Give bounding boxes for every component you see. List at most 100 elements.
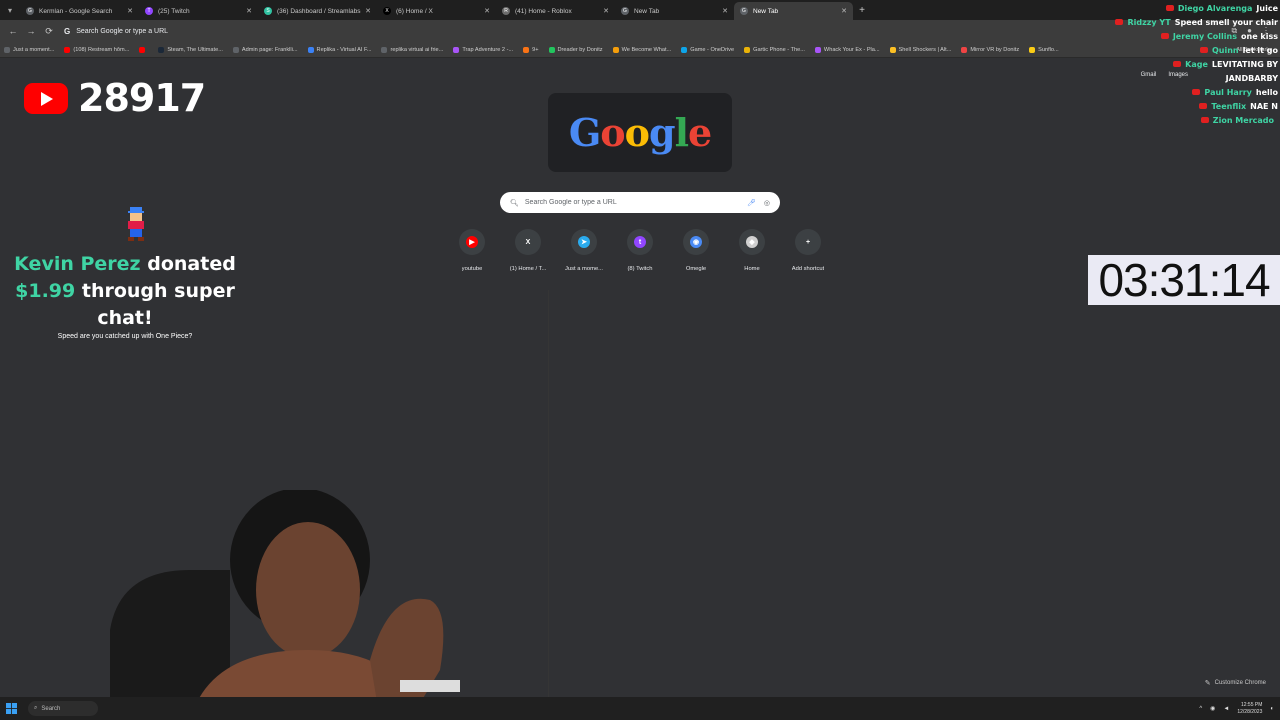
shortcut-icon: X: [522, 236, 534, 248]
forward-button[interactable]: →: [22, 26, 40, 36]
bookmark-favicon-icon: [381, 46, 388, 53]
bookmark-item[interactable]: [139, 46, 148, 53]
bookmark-label: Gartic Phone - The...: [753, 46, 805, 53]
shortcut-icon: ➤: [578, 236, 590, 248]
bookmark-item[interactable]: Shell Shockers | Alt...: [889, 46, 951, 53]
doodle-letter: o: [600, 110, 625, 155]
bookmark-label: Admin page: Franklli...: [241, 46, 298, 53]
chat-message: Paul Harry hello: [1080, 85, 1280, 99]
shortcut-tile[interactable]: ◆ Home: [724, 229, 780, 272]
tab-favicon-icon: G: [621, 7, 629, 15]
doodle-letter: G: [568, 110, 601, 155]
doodle-letter: g: [648, 110, 676, 155]
bookmark-item[interactable]: Mirror VR by Donitz: [961, 46, 1020, 53]
chat-username: Paul Harry: [1204, 87, 1252, 97]
bookmark-favicon-icon: [139, 46, 146, 53]
chevron-up-icon[interactable]: ^: [1199, 706, 1202, 712]
new-tab-button[interactable]: +: [853, 5, 871, 16]
chat-text: Juice: [1256, 3, 1278, 13]
youtube-badge-icon: [1199, 103, 1208, 109]
shortcut-tile[interactable]: ▶ youtube: [444, 229, 500, 272]
tab-title: (6) Home / X: [396, 7, 433, 15]
shortcut-label: youtube: [461, 266, 483, 272]
bookmark-item[interactable]: Dreader by Donitz: [548, 46, 603, 53]
ntp-search-box[interactable]: 🔍︎ 🎤︎ ◎: [500, 192, 780, 213]
browser-tab[interactable]: S (36) Dashboard / Streamlabs ✕: [258, 2, 377, 20]
bookmark-item[interactable]: 9+: [523, 46, 539, 53]
close-icon[interactable]: ✕: [127, 7, 133, 15]
browser-tab[interactable]: G Kermlan - Google Search ✕: [20, 2, 139, 20]
browser-tab[interactable]: R (41) Home - Roblox ✕: [496, 2, 615, 20]
close-icon[interactable]: ✕: [365, 7, 371, 15]
customize-chrome-button[interactable]: ✎ Customize Chrome: [1199, 676, 1272, 690]
chat-username: Diego Alvarenga: [1177, 3, 1253, 13]
close-icon[interactable]: ✕: [484, 7, 490, 15]
bookmark-label: Game - OneDrive: [690, 46, 735, 53]
bookmark-item[interactable]: We Become What...: [612, 46, 671, 53]
bookmark-item[interactable]: Sunflo...: [1029, 46, 1059, 53]
bookmark-item[interactable]: Gartic Phone - The...: [744, 46, 805, 53]
clock[interactable]: 12:55 PM 12/28/2023: [1237, 702, 1262, 716]
shortcut-icon: t: [634, 236, 646, 248]
bookmark-item[interactable]: Game - OneDrive: [681, 46, 735, 53]
google-doodle[interactable]: Google: [548, 93, 732, 172]
bookmark-item[interactable]: Just a moment...: [4, 46, 54, 53]
lens-icon[interactable]: ◎: [764, 199, 770, 207]
shortcut-icon: ◉: [690, 236, 702, 248]
network-icon[interactable]: ◉: [1210, 705, 1215, 712]
doodle-letter: l: [674, 110, 689, 155]
search-icon: ⌕: [34, 705, 38, 711]
bookmark-item[interactable]: replika virtual ai frie...: [381, 46, 443, 53]
chat-username: Jeremy Collins: [1172, 31, 1237, 41]
donation-alert: Kevin Perez donated $1.99 through super …: [10, 251, 240, 332]
close-icon[interactable]: ✕: [246, 7, 252, 15]
bookmark-item[interactable]: Replika - Virtual AI F...: [307, 46, 372, 53]
back-button[interactable]: ←: [4, 26, 22, 36]
omnibox[interactable]: G Search Google or type a URL: [64, 23, 584, 39]
bookmark-item[interactable]: Steam, The Ultimate...: [158, 46, 223, 53]
shortcut-icon: ▶: [466, 236, 478, 248]
notification-icon[interactable]: ◐: [1270, 706, 1274, 712]
tab-title: (36) Dashboard / Streamlabs: [277, 7, 361, 15]
browser-tab[interactable]: T (25) Twitch ✕: [139, 2, 258, 20]
taskbar: ⌕ Search ^ ◉ ◄ 12:55 PM 12/28/2023 ◐: [0, 697, 1280, 720]
bookmark-item[interactable]: Whack Your Ex - Pla...: [814, 46, 880, 53]
shortcut-tile[interactable]: ◉ Omegle: [668, 229, 724, 272]
bookmark-label: Dreader by Donitz: [557, 46, 603, 53]
volume-icon[interactable]: ◄: [1223, 706, 1229, 712]
bookmark-label: 9+: [532, 46, 539, 53]
close-icon[interactable]: ✕: [603, 7, 609, 15]
donation-verb: donated: [147, 253, 236, 275]
tab-favicon-icon: S: [264, 7, 272, 15]
browser-tab[interactable]: G New Tab ✕: [734, 2, 853, 20]
bookmark-label: Whack Your Ex - Pla...: [823, 46, 880, 53]
bookmark-label: Sunflo...: [1038, 46, 1059, 53]
youtube-badge-icon: [1200, 117, 1209, 123]
omnibox-placeholder: Search Google or type a URL: [76, 27, 169, 35]
bookmark-favicon-icon: [889, 46, 896, 53]
tab-search-icon[interactable]: ▾: [0, 0, 20, 20]
browser-tab[interactable]: X (6) Home / X ✕: [377, 2, 496, 20]
reload-button[interactable]: ⟳: [40, 26, 58, 37]
ntp-search-input[interactable]: [524, 199, 741, 206]
shortcut-tile[interactable]: + Add shortcut: [780, 229, 836, 272]
browser-tab[interactable]: G New Tab ✕: [615, 2, 734, 20]
taskbar-search[interactable]: ⌕ Search: [28, 701, 98, 716]
bookmark-label: Replika - Virtual AI F...: [316, 46, 372, 53]
microphone-icon[interactable]: 🎤︎: [747, 199, 756, 207]
bookmark-item[interactable]: Trap Adventure 2 -...: [453, 46, 513, 53]
chat-overlay: Diego Alvarenga Juice Ridzzy YT Speed smell…: [1080, 1, 1280, 127]
tab-title: New Tab: [634, 7, 660, 15]
youtube-badge-icon: [1165, 5, 1174, 11]
bookmark-item[interactable]: (108) Restream hôm...: [64, 46, 129, 53]
shortcut-tile[interactable]: t (8) Twitch: [612, 229, 668, 272]
close-icon[interactable]: ✕: [841, 7, 847, 15]
bookmark-item[interactable]: Admin page: Franklli...: [232, 46, 298, 53]
close-icon[interactable]: ✕: [722, 7, 728, 15]
chat-text: NAE N: [1250, 101, 1278, 111]
shortcut-tile[interactable]: X (1) Home / T...: [500, 229, 556, 272]
bookmark-favicon-icon: [744, 46, 751, 53]
windows-start-button[interactable]: [0, 698, 22, 720]
shortcut-tile[interactable]: ➤ Just a mome...: [556, 229, 612, 272]
bookmark-label: Mirror VR by Donitz: [970, 46, 1020, 53]
